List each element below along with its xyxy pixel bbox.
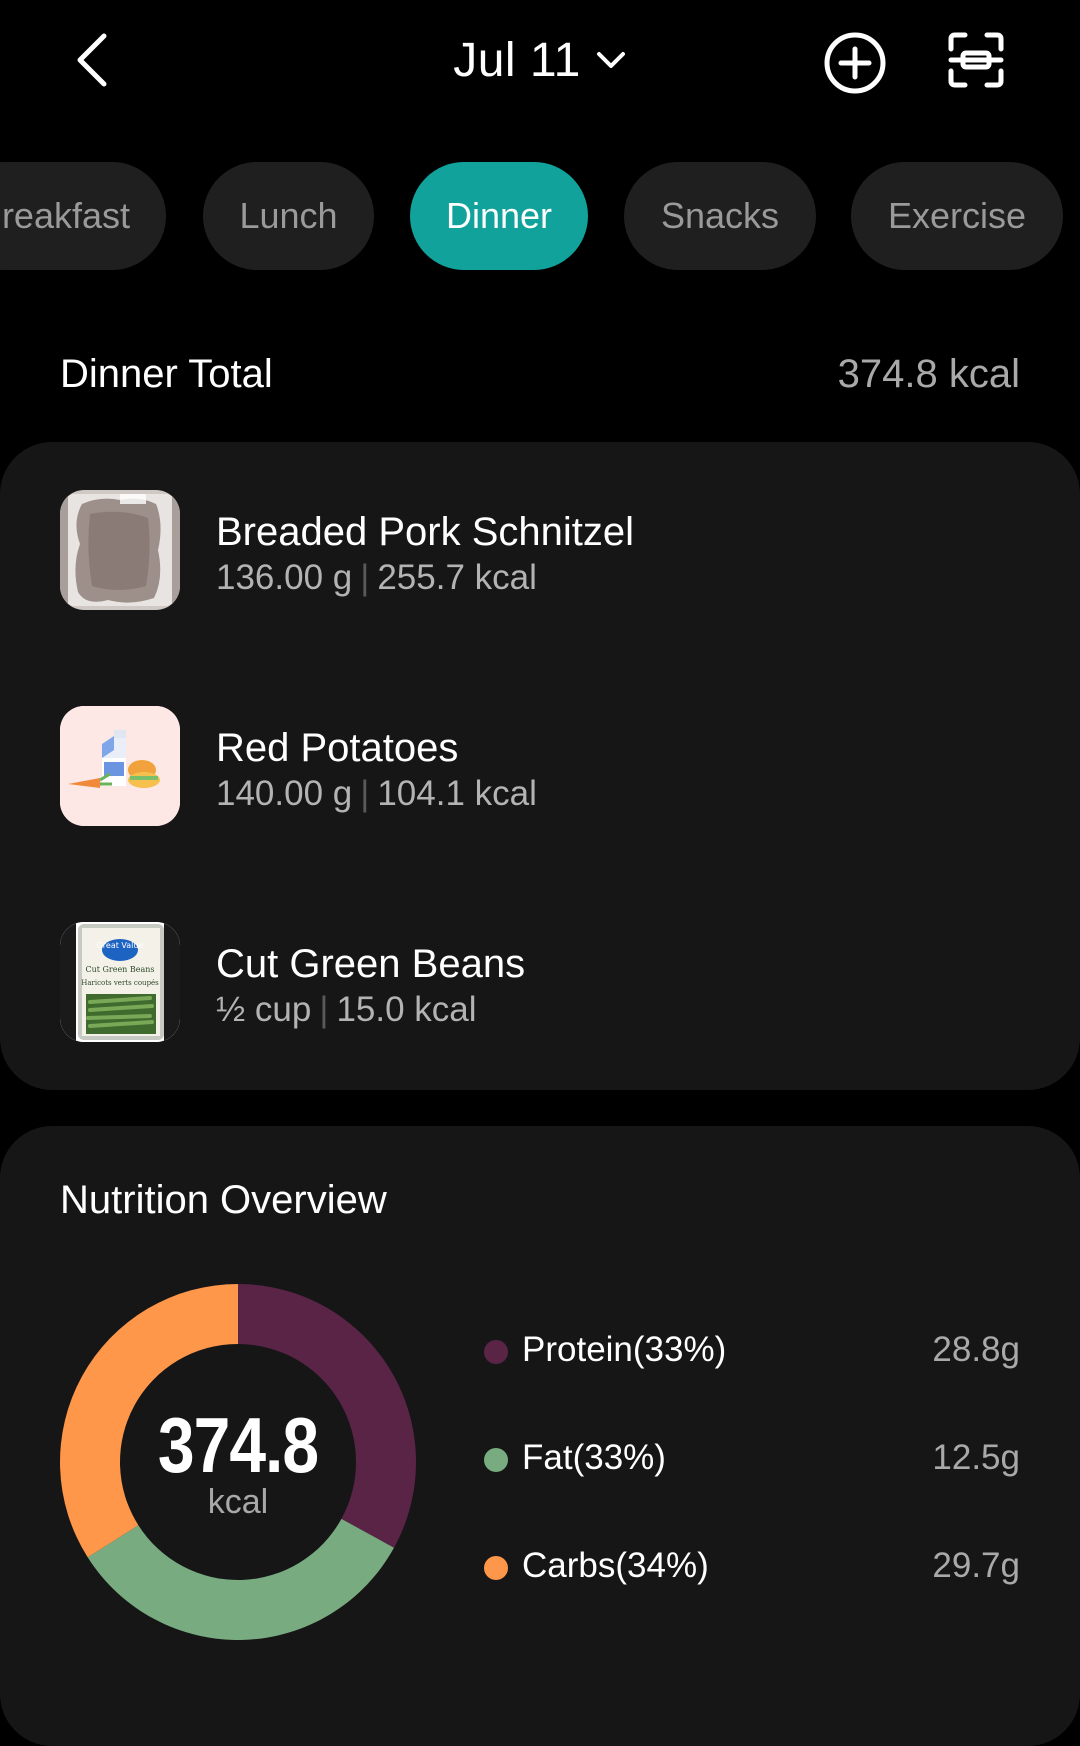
meal-total-label: Dinner Total	[60, 352, 273, 396]
tab-snacks[interactable]: Snacks	[624, 162, 816, 270]
chevron-left-icon	[77, 33, 107, 87]
protein-color-dot	[484, 1340, 508, 1364]
carbs-value: 29.7g	[932, 1546, 1020, 1585]
food-list-card: Breaded Pork Schnitzel 136.00 g | 255.7 kc…	[0, 442, 1080, 1090]
food-name: Cut Green Beans	[216, 942, 526, 986]
total-kcal-unit: kcal	[207, 1483, 269, 1521]
food-amount: 140.00 g	[216, 774, 353, 813]
legend-carbs: Carbs(34%) 29.7g	[484, 1538, 1020, 1598]
nutrition-overview-title: Nutrition Overview	[60, 1178, 387, 1222]
legend-fat: Fat(33%) 12.5g	[484, 1430, 1020, 1490]
can-french-text: Haricots verts coupés	[81, 979, 159, 987]
plus-circle-icon	[824, 32, 886, 94]
meal-tabs: reakfast Lunch Dinner Snacks Exercise	[0, 162, 1080, 270]
back-button[interactable]	[62, 24, 122, 96]
fat-value: 12.5g	[932, 1438, 1020, 1477]
food-amount: ½ cup	[216, 990, 312, 1029]
nutrition-overview-card: Nutrition Overview 374.8 kcal Protein(33…	[0, 1126, 1080, 1746]
carbs-label: Carbs(34%)	[522, 1546, 709, 1585]
food-kcal: 255.7 kcal	[377, 558, 537, 597]
can-brand-text: Great Value	[97, 941, 144, 950]
scan-button[interactable]	[944, 28, 1008, 92]
tab-breakfast[interactable]: reakfast	[0, 162, 166, 270]
add-food-button[interactable]	[820, 28, 890, 98]
tab-exercise-label: Exercise	[887, 195, 1027, 236]
legend-protein: Protein(33%) 28.8g	[484, 1322, 1020, 1382]
tab-lunch-label: Lunch	[239, 195, 338, 236]
tab-breakfast-label: reakfast	[1, 195, 130, 236]
food-meta: 140.00 g | 104.1 kcal	[216, 774, 537, 814]
green-beans-can-photo: Great Value Cut Green Beans Haricots ver…	[60, 922, 180, 1042]
food-item-green-beans[interactable]: Great Value Cut Green Beans Haricots ver…	[0, 902, 1080, 1052]
separator: |	[319, 990, 329, 1029]
food-item-pork-schnitzel[interactable]: Breaded Pork Schnitzel 136.00 g | 255.7 kc…	[0, 470, 1080, 620]
fat-color-dot	[484, 1448, 508, 1472]
food-kcal: 15.0 kcal	[336, 990, 477, 1029]
can-product-text: Cut Green Beans	[85, 965, 154, 974]
tab-dinner[interactable]: Dinner	[410, 162, 588, 270]
donut-center: 374.8 kcal	[60, 1284, 416, 1640]
generic-food-icon	[60, 706, 180, 826]
tab-dinner-label: Dinner	[445, 195, 553, 236]
protein-label: Protein(33%)	[522, 1330, 727, 1369]
food-meta: ½ cup | 15.0 kcal	[216, 990, 477, 1030]
date-picker[interactable]: Jul 11	[430, 28, 650, 92]
scan-icon	[948, 32, 1004, 88]
food-amount: 136.00 g	[216, 558, 353, 597]
meal-total-value: 374.8 kcal	[837, 352, 1020, 396]
separator: |	[360, 774, 370, 813]
header: Jul 11	[0, 0, 1080, 120]
tab-exercise[interactable]: Exercise	[851, 162, 1063, 270]
fat-label: Fat(33%)	[522, 1438, 666, 1477]
protein-value: 28.8g	[932, 1330, 1020, 1369]
chevron-down-icon	[596, 52, 625, 68]
tab-lunch[interactable]: Lunch	[203, 162, 374, 270]
separator: |	[360, 558, 370, 597]
food-item-red-potatoes[interactable]: Red Potatoes 140.00 g | 104.1 kcal	[0, 686, 1080, 836]
food-meta: 136.00 g | 255.7 kcal	[216, 558, 537, 598]
tab-snacks-label: Snacks	[660, 195, 780, 236]
carbs-color-dot	[484, 1556, 508, 1580]
food-name: Breaded Pork Schnitzel	[216, 510, 635, 554]
food-name: Red Potatoes	[216, 726, 459, 770]
date-label: Jul 11	[453, 33, 581, 87]
food-kcal: 104.1 kcal	[377, 774, 537, 813]
total-kcal-value: 374.8	[157, 1401, 319, 1489]
pork-schnitzel-photo	[60, 490, 180, 610]
